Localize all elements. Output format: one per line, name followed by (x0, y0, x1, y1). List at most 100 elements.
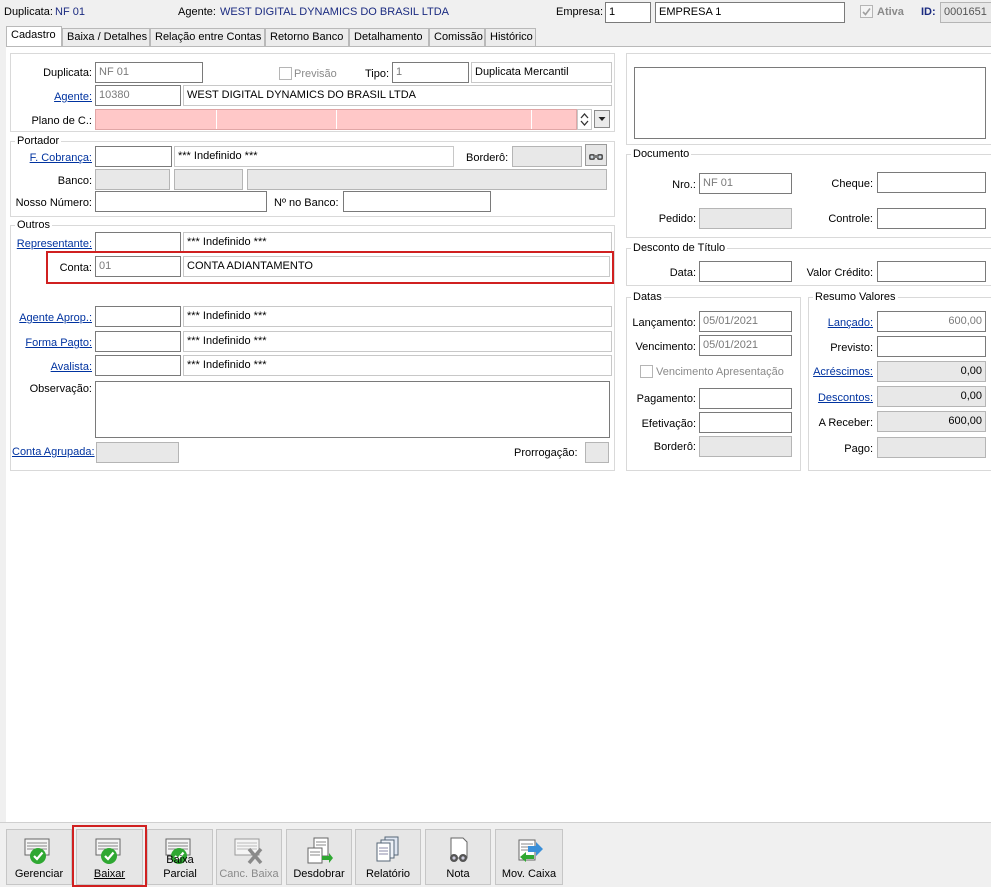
observacao-textarea[interactable] (95, 381, 610, 438)
datas-bordero-input[interactable] (699, 436, 792, 457)
tab-historico[interactable]: Histórico (485, 28, 536, 46)
a-receber-label: A Receber: (818, 417, 873, 429)
header-empresa-label: Empresa: (556, 6, 604, 18)
tipo-name-input: Duplicata Mercantil (471, 62, 612, 83)
representante-link[interactable]: Representante: (14, 237, 92, 251)
nro-input[interactable]: NF 01 (699, 173, 792, 194)
id-input[interactable]: 0001651 (940, 2, 991, 23)
pagamento-input[interactable] (699, 388, 792, 409)
agente-link[interactable]: Agente: (20, 90, 92, 104)
acrescimos-link[interactable]: Acréscimos: (810, 365, 873, 379)
tipo-code-input[interactable]: 1 (392, 62, 469, 83)
forma-pagto-link[interactable]: Forma Pagto: (14, 336, 92, 350)
documento-title: Documento (631, 148, 692, 161)
ativa-checkbox[interactable] (860, 5, 873, 18)
memo-textarea[interactable] (634, 67, 986, 139)
banco-code-input[interactable] (95, 169, 170, 190)
mov-caixa-label: Mov. Caixa (501, 868, 557, 880)
controle-label: Controle: (828, 213, 873, 225)
forma-pagto-code-input[interactable] (95, 331, 181, 352)
lancamento-input[interactable]: 05/01/2021 (699, 311, 792, 332)
nosso-numero-input[interactable] (95, 191, 267, 212)
conta-agrupada-input[interactable] (96, 442, 179, 463)
prorrogacao-input[interactable] (585, 442, 609, 463)
gerenciar-button[interactable]: Gerenciar (6, 829, 72, 885)
canc-baixa-label: Canc. Baixa (219, 868, 279, 880)
banco-agencia-input[interactable] (174, 169, 243, 190)
duplicata-input[interactable]: NF 01 (95, 62, 203, 83)
relatorio-label: Relatório (365, 868, 411, 880)
avalista-link[interactable]: Avalista: (14, 360, 92, 374)
mov-caixa-button[interactable]: Mov. Caixa (495, 829, 563, 885)
agente-code-input[interactable]: 10380 (95, 85, 181, 106)
previsto-input[interactable] (877, 336, 986, 357)
vencimento-label: Vencimento: (635, 341, 696, 353)
bordero-input[interactable] (512, 146, 582, 167)
pedido-input[interactable] (699, 208, 792, 229)
agente-aprop-link[interactable]: Agente Aprop.: (14, 311, 92, 325)
tab-cadastro[interactable]: Cadastro (6, 26, 62, 46)
avalista-code-input[interactable] (95, 355, 181, 376)
agente-name-input: WEST DIGITAL DYNAMICS DO BRASIL LTDA (183, 85, 612, 106)
bordero-label: Borderô: (466, 152, 509, 164)
no-banco-input[interactable] (343, 191, 491, 212)
acrescimos-input: 0,00 (877, 361, 986, 382)
efetivacao-input[interactable] (699, 412, 792, 433)
empresa-name-input[interactable]: EMPRESA 1 (655, 2, 845, 23)
lancado-input[interactable]: 600,00 (877, 311, 986, 332)
efetivacao-label: Efetivação: (641, 418, 696, 430)
baixa-parcial-label: Baixa Parcial (163, 854, 197, 880)
banco-label: Banco: (57, 175, 92, 187)
plano-dropdown-button[interactable] (594, 110, 610, 128)
tab-detalhamento[interactable]: Detalhamento (349, 28, 429, 46)
valor-credito-input[interactable] (877, 261, 986, 282)
descontos-link[interactable]: Descontos: (810, 391, 873, 405)
baixar-highlight-box (72, 825, 147, 887)
datas-title: Datas (631, 291, 664, 304)
vencimento-input[interactable]: 05/01/2021 (699, 335, 792, 356)
plano-contas-select[interactable] (95, 109, 577, 130)
cobranca-link[interactable]: F. Cobrança: (14, 151, 92, 165)
no-banco-label: Nº no Banco: (274, 197, 339, 209)
spin-up-down-icon (580, 113, 589, 126)
desdobrar-label: Desdobrar (293, 868, 345, 880)
checkmark-icon (862, 8, 871, 16)
plano-spinner[interactable] (577, 109, 592, 130)
tab-comissao[interactable]: Comissão (429, 28, 485, 46)
agente-aprop-code-input[interactable] (95, 306, 181, 327)
previsao-checkbox[interactable] (279, 67, 292, 80)
avalista-name-input: *** Indefinido *** (183, 355, 612, 376)
relatorio-icon (376, 836, 399, 862)
header-duplicata-label: Duplicata: (4, 6, 53, 18)
conta-agrupada-link[interactable]: Conta Agrupada: (12, 445, 95, 459)
desdobrar-button[interactable]: Desdobrar (286, 829, 352, 885)
desconto-data-input[interactable] (699, 261, 792, 282)
venc-apresentacao-checkbox[interactable] (640, 365, 653, 378)
representante-code-input[interactable] (95, 232, 181, 253)
controle-input[interactable] (877, 208, 986, 229)
venc-apresentacao-label: Vencimento Apresentação (656, 366, 784, 378)
nota-button[interactable]: Nota (425, 829, 491, 885)
cheque-input[interactable] (877, 172, 986, 193)
header-bar: Duplicata: NF 01 Agente: WEST DIGITAL DY… (0, 0, 991, 26)
cobranca-code-input[interactable] (95, 146, 172, 167)
ativa-label: Ativa (877, 6, 904, 18)
empresa-code-input[interactable]: 1 (605, 2, 651, 23)
pedido-label: Pedido: (658, 213, 696, 225)
canc-baixa-button[interactable]: Canc. Baixa (216, 829, 282, 885)
nro-label: Nro.: (672, 179, 696, 191)
bordero-search-button[interactable] (585, 144, 607, 166)
canc-baixa-x-icon (234, 838, 263, 865)
relatorio-button[interactable]: Relatório (355, 829, 421, 885)
header-id-label: ID: (921, 6, 936, 18)
baixa-parcial-button[interactable]: Baixa Parcial (147, 829, 213, 885)
tab-baixa-detalhes[interactable]: Baixa / Detalhes (62, 28, 150, 46)
lancado-link[interactable]: Lançado: (810, 316, 873, 330)
binoculars-icon (589, 154, 603, 160)
tab-retorno-banco[interactable]: Retorno Banco (265, 28, 349, 46)
tab-relacao-contas[interactable]: Relação entre Contas (150, 28, 265, 46)
desconto-data-label: Data: (669, 267, 696, 279)
plano-contas-label: Plano de C.: (31, 115, 92, 127)
header-agente-label: Agente: (178, 6, 216, 18)
gerenciar-check-icon (24, 838, 50, 864)
